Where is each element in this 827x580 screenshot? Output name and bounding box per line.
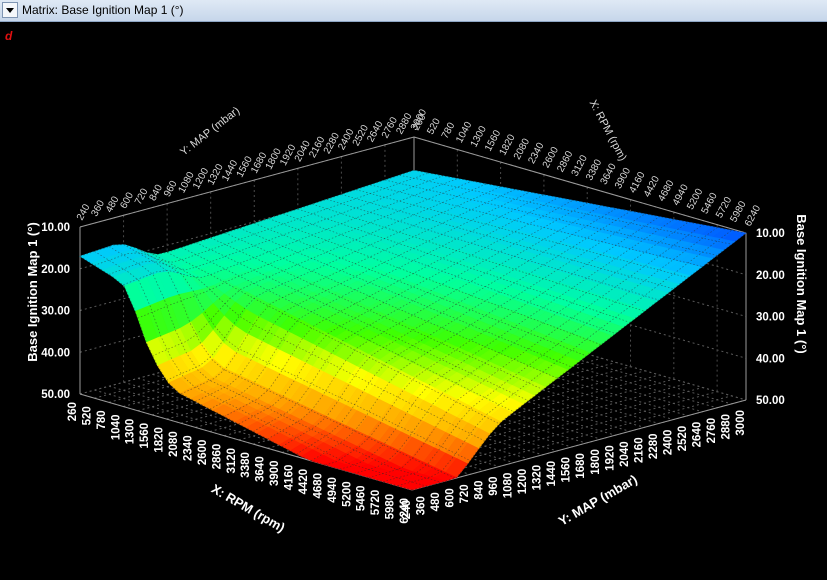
- y-tick-label: 2280: [648, 433, 660, 459]
- y-tick-label: 2040: [619, 441, 631, 467]
- x-tick-label: 5980: [385, 494, 397, 520]
- z-tick-label-right: 10.00: [756, 228, 785, 240]
- y-tick-label: 2760: [706, 418, 718, 444]
- x-tick-label: 3640: [255, 456, 267, 482]
- x-tick-label: 780: [96, 410, 108, 429]
- x-tick-label: 5720: [370, 490, 382, 516]
- z-tick-label-right: 50.00: [756, 395, 785, 407]
- x-tick-label: 4940: [327, 477, 339, 503]
- y-tick-label: 720: [459, 484, 471, 503]
- y-tick-label: 1440: [546, 461, 558, 487]
- x-tick-label: 5460: [356, 485, 368, 511]
- y-tick-label: 1920: [604, 445, 616, 471]
- x-tick-label: 1040: [110, 415, 122, 441]
- x-tick-label: 3380: [240, 452, 252, 478]
- y-tick-label: 2400: [662, 430, 674, 456]
- x-tick-label: 1560: [139, 423, 151, 449]
- title-bar: Matrix: Base Ignition Map 1 (°): [0, 0, 827, 22]
- y-tick-label: 480: [430, 492, 442, 511]
- y-tick-label: 960: [488, 477, 500, 496]
- y-tick-label: 1320: [532, 465, 544, 491]
- x-tick-label: 4680: [312, 473, 324, 499]
- z-tick-label-left: 10.00: [41, 222, 70, 234]
- z-tick-label-left: 30.00: [41, 306, 70, 318]
- x-tick-label: 1820: [154, 427, 166, 453]
- surface-plot[interactable]: 10.00 10.00 20.00 20.00 30.00 30.00 40.00 40.00…: [0, 22, 827, 580]
- x-back-axis-label: X: RPM (rpm): [587, 98, 629, 163]
- x-tick-label: 260: [67, 402, 79, 421]
- x-tick-label: 2340: [182, 435, 194, 461]
- y-tick-label: 1680: [575, 453, 587, 479]
- y-tick-label: 360: [416, 496, 428, 515]
- x-tick-label: 2080: [168, 431, 180, 457]
- x-tick-label: 3900: [269, 460, 281, 486]
- x-tick-label: 2600: [197, 440, 209, 466]
- z-axis-label-left: Base Ignition Map 1 (°): [25, 222, 40, 362]
- y-tick-label: 1200: [517, 469, 529, 495]
- x-axis-label: X: RPM (rpm): [209, 481, 288, 535]
- y-tick-label: 1800: [590, 449, 602, 475]
- z-tick-label-left: 50.00: [41, 389, 70, 401]
- z-tick-label-left: 20.00: [41, 264, 70, 276]
- y-tick-label: 2520: [677, 426, 689, 452]
- y-tick-label: 1080: [503, 473, 515, 499]
- y-tick-label: 240: [401, 500, 413, 519]
- x-tick-label: 4160: [284, 465, 296, 491]
- x-tick-label: 5200: [341, 481, 353, 507]
- y-tick-label: 600: [445, 488, 457, 507]
- y-tick-label: 1560: [561, 457, 573, 483]
- dropdown-menu-button[interactable]: [2, 2, 18, 18]
- z-axis-label-right: Base Ignition Map 1 (°): [794, 214, 809, 354]
- x-tick-label: 4420: [298, 469, 310, 495]
- z-tick-label-right: 40.00: [756, 353, 785, 365]
- matrix-window: Matrix: Base Ignition Map 1 (°) d 10.00 1…: [0, 0, 827, 580]
- x-tick-label: 3120: [226, 448, 238, 474]
- z-tick-label-left: 40.00: [41, 347, 70, 359]
- y-tick-label: 3000: [735, 410, 747, 436]
- y-tick-label: 2160: [633, 437, 645, 463]
- x-tick-label: 520: [81, 406, 93, 425]
- x-tick-label: 2860: [211, 444, 223, 470]
- y-tick-label: 2640: [691, 422, 703, 448]
- z-tick-label-right: 30.00: [756, 312, 785, 324]
- y-tick-label: 840: [474, 480, 486, 499]
- x-tick-label: 1300: [125, 419, 137, 445]
- y-back-axis-label: Y: MAP (mbar): [178, 105, 242, 159]
- z-tick-label-right: 20.00: [756, 270, 785, 282]
- y-tick-label: 2880: [720, 414, 732, 440]
- window-title: Matrix: Base Ignition Map 1 (°): [22, 3, 184, 17]
